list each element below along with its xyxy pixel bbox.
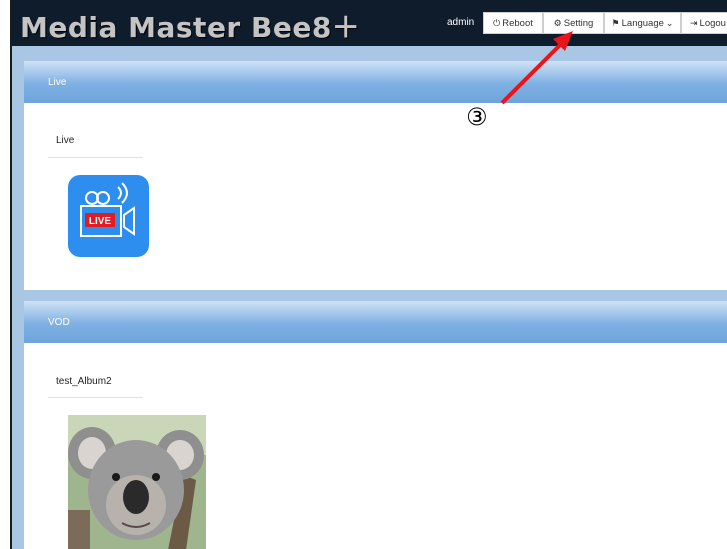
annotation-arrow bbox=[500, 31, 573, 105]
callout-number: ③ bbox=[466, 103, 488, 131]
